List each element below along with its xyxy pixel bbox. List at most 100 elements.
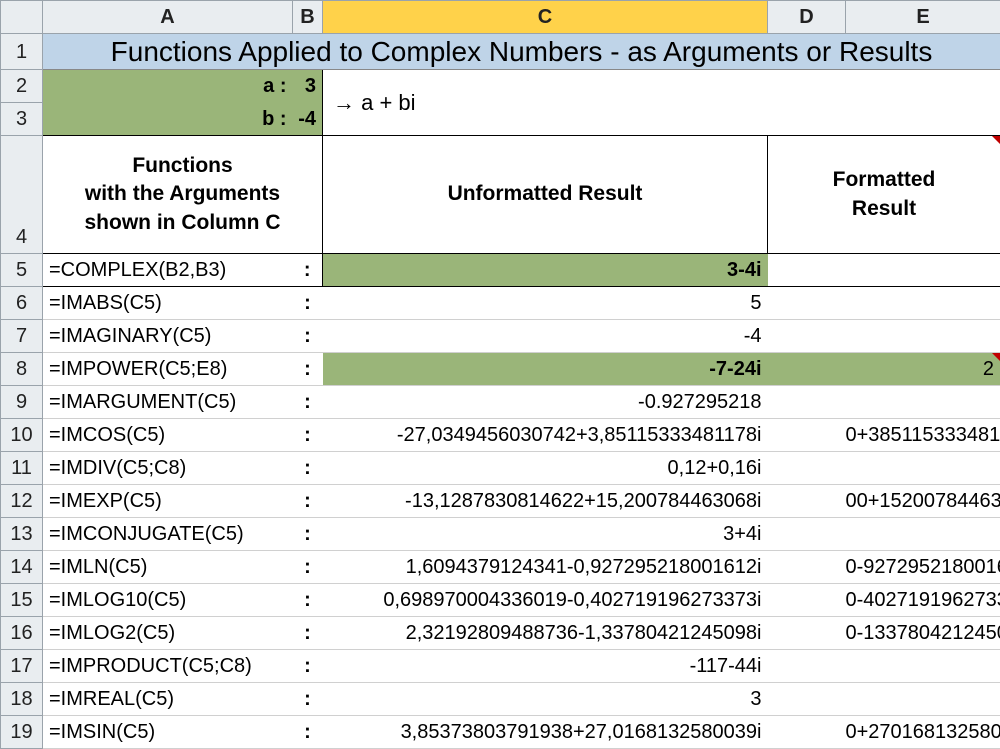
- cell-d[interactable]: [768, 617, 846, 650]
- cell-unformatted[interactable]: -117-44i: [323, 650, 768, 683]
- cell-formatted[interactable]: 0+385115333481178.00i: [846, 419, 1000, 452]
- cell-formatted[interactable]: [846, 650, 1000, 683]
- cell-d[interactable]: [768, 386, 846, 419]
- cell-unformatted[interactable]: 1,6094379124341-0,927295218001612i: [323, 551, 768, 584]
- cell-colon[interactable]: :: [293, 353, 323, 386]
- cell-function[interactable]: =IMLN(C5): [43, 551, 293, 584]
- cell-function[interactable]: =IMLOG10(C5): [43, 584, 293, 617]
- row-header[interactable]: 11: [1, 452, 43, 485]
- row-header[interactable]: 5: [1, 254, 43, 287]
- cell-unformatted[interactable]: 3,85373803791938+27,0168132580039i: [323, 716, 768, 749]
- cell-formatted[interactable]: [846, 683, 1000, 716]
- row-header[interactable]: 6: [1, 287, 43, 320]
- cell-d[interactable]: [768, 584, 846, 617]
- cell-function[interactable]: =IMLOG2(C5): [43, 617, 293, 650]
- col-header-a[interactable]: A: [43, 1, 293, 34]
- corner-cell[interactable]: [1, 1, 43, 34]
- col-header-e[interactable]: E: [846, 1, 1000, 34]
- cell-unformatted[interactable]: 0,12+0,16i: [323, 452, 768, 485]
- cell-function[interactable]: =IMAGINARY(C5): [43, 320, 293, 353]
- cell-function[interactable]: =IMARGUMENT(C5): [43, 386, 293, 419]
- row-header-1[interactable]: 1: [1, 34, 43, 70]
- cell-d[interactable]: [768, 353, 846, 386]
- cell-colon[interactable]: :: [293, 551, 323, 584]
- cell-d[interactable]: [768, 419, 846, 452]
- cell-colon[interactable]: :: [293, 419, 323, 452]
- cell-colon[interactable]: :: [293, 584, 323, 617]
- cell-formatted[interactable]: 0-133780421245098.00i: [846, 617, 1000, 650]
- cell-function[interactable]: =IMABS(C5): [43, 287, 293, 320]
- cell-d[interactable]: [768, 518, 846, 551]
- cell-c2[interactable]: → a + bi: [323, 70, 1000, 136]
- col-header-c[interactable]: C: [323, 1, 768, 34]
- cell-function[interactable]: =IMSIN(C5): [43, 716, 293, 749]
- cell-function[interactable]: =IMCOS(C5): [43, 419, 293, 452]
- cell-a3[interactable]: b :: [43, 103, 293, 136]
- cell-d[interactable]: [768, 485, 846, 518]
- cell-formatted[interactable]: 2: [846, 353, 1000, 386]
- cell-d[interactable]: [768, 716, 846, 749]
- cell-function[interactable]: =COMPLEX(B2,B3): [43, 254, 293, 287]
- cell-colon[interactable]: :: [293, 485, 323, 518]
- cell-formatted[interactable]: 0-927295218001612.00i: [846, 551, 1000, 584]
- cell-unformatted[interactable]: 2,32192809488736-1,33780421245098i: [323, 617, 768, 650]
- cell-b3[interactable]: -4: [293, 103, 323, 136]
- cell-function[interactable]: =IMREAL(C5): [43, 683, 293, 716]
- row-header[interactable]: 19: [1, 716, 43, 749]
- cell-formatted[interactable]: 0+270168132580039.00i: [846, 716, 1000, 749]
- cell-formatted[interactable]: [846, 518, 1000, 551]
- cell-function[interactable]: =IMEXP(C5): [43, 485, 293, 518]
- cell-formatted[interactable]: 0-402719196273373.00i: [846, 584, 1000, 617]
- row-header[interactable]: 18: [1, 683, 43, 716]
- row-header-2[interactable]: 2: [1, 70, 43, 103]
- cell-d[interactable]: [768, 551, 846, 584]
- cell-function[interactable]: =IMPOWER(C5;E8): [43, 353, 293, 386]
- cell-formatted[interactable]: [846, 287, 1000, 320]
- cell-unformatted[interactable]: -27,0349456030742+3,85115333481178i: [323, 419, 768, 452]
- cell-d[interactable]: [768, 254, 846, 287]
- cell-formatted[interactable]: [846, 320, 1000, 353]
- cell-unformatted[interactable]: 3+4i: [323, 518, 768, 551]
- row-header[interactable]: 15: [1, 584, 43, 617]
- cell-formatted[interactable]: [846, 386, 1000, 419]
- cell-d[interactable]: [768, 452, 846, 485]
- cell-unformatted[interactable]: 3: [323, 683, 768, 716]
- row-header[interactable]: 9: [1, 386, 43, 419]
- row-header[interactable]: 13: [1, 518, 43, 551]
- row-header[interactable]: 17: [1, 650, 43, 683]
- row-header[interactable]: 12: [1, 485, 43, 518]
- cell-unformatted[interactable]: -7-24i: [323, 353, 768, 386]
- cell-function[interactable]: =IMPRODUCT(C5;C8): [43, 650, 293, 683]
- cell-unformatted[interactable]: 3-4i: [323, 254, 768, 287]
- cell-formatted[interactable]: [846, 254, 1000, 287]
- spreadsheet-grid[interactable]: A B C D E 1 Functions Applied to Complex…: [0, 0, 1000, 749]
- cell-d[interactable]: [768, 683, 846, 716]
- cell-a2[interactable]: a :: [43, 70, 293, 103]
- cell-colon[interactable]: :: [293, 320, 323, 353]
- cell-formatted[interactable]: [846, 452, 1000, 485]
- cell-unformatted[interactable]: -0.927295218: [323, 386, 768, 419]
- cell-colon[interactable]: :: [293, 287, 323, 320]
- cell-colon[interactable]: :: [293, 386, 323, 419]
- cell-colon[interactable]: :: [293, 254, 323, 287]
- row-header-4[interactable]: 4: [1, 136, 43, 254]
- cell-d[interactable]: [768, 320, 846, 353]
- row-header[interactable]: 7: [1, 320, 43, 353]
- cell-colon[interactable]: :: [293, 452, 323, 485]
- cell-d[interactable]: [768, 287, 846, 320]
- cell-colon[interactable]: :: [293, 518, 323, 551]
- cell-colon[interactable]: :: [293, 716, 323, 749]
- cell-colon[interactable]: :: [293, 617, 323, 650]
- cell-function[interactable]: =IMDIV(C5;C8): [43, 452, 293, 485]
- row-header[interactable]: 10: [1, 419, 43, 452]
- cell-colon[interactable]: :: [293, 650, 323, 683]
- cell-d[interactable]: [768, 650, 846, 683]
- row-header-3[interactable]: 3: [1, 103, 43, 136]
- cell-b2[interactable]: 3: [293, 70, 323, 103]
- cell-unformatted[interactable]: 0,698970004336019-0,402719196273373i: [323, 584, 768, 617]
- col-header-d[interactable]: D: [768, 1, 846, 34]
- row-header[interactable]: 16: [1, 617, 43, 650]
- cell-formatted[interactable]: 00+15200784463068.00i: [846, 485, 1000, 518]
- cell-unformatted[interactable]: -13,1287830814622+15,200784463068i: [323, 485, 768, 518]
- cell-unformatted[interactable]: -4: [323, 320, 768, 353]
